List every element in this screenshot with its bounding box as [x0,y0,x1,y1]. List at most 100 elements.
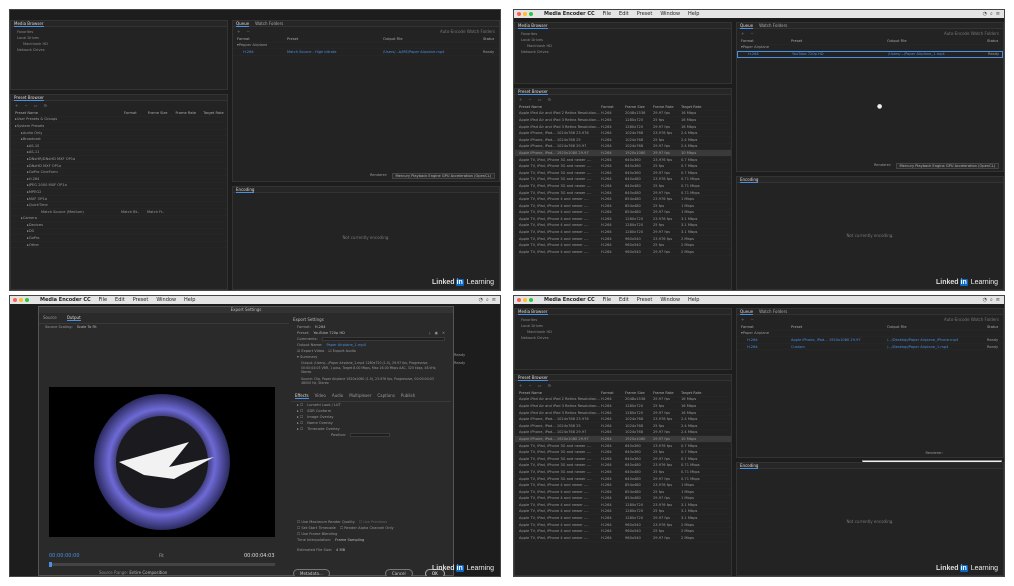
preset-row[interactable]: Apple iPhone, iPad... 1024x768 29.97 H.26… [515,430,731,437]
preset-row[interactable]: Apple TV, iPad, iPhone 4 and newer -... H… [515,196,731,203]
zoom-button[interactable] [529,12,533,16]
preset-row[interactable]: Apple TV, iPad, iPhone 3G and newer -...… [515,443,731,450]
preset-tree-item[interactable]: Match Source (Medium) Match Bt.. Match Fr.… [11,209,227,216]
menu-edit[interactable]: Edit [619,297,629,303]
menu-edit[interactable]: Edit [619,11,629,17]
menu-preset[interactable]: Preset [637,297,653,303]
preset-browser-tab[interactable]: Preset Browser [14,95,44,101]
close-button[interactable] [517,298,521,302]
renderer-select[interactable]: Mercury Playback Engine GPU Acceleration… [895,163,999,169]
menu-icon[interactable]: ≡ [996,297,1000,303]
preset-tree-item[interactable]: ▸ Broadcast [11,136,227,143]
menu-file[interactable]: File [603,11,611,17]
queue-item[interactable]: H.264 Custom/.../Desktop/Paper Airplane_1… [737,344,1003,351]
preset-row[interactable]: Apple TV, iPad, iPhone 4 and newer -... H… [515,242,731,250]
add-source-icon[interactable]: + [741,31,744,36]
format-select[interactable]: H.264 [315,325,326,329]
queue-item[interactable]: H.264 Apple iPhone, iPad... 1920x1080 29.… [737,337,1003,344]
source-scaling-select[interactable]: Scale To Fit [77,325,97,329]
watch-folders-tab[interactable]: Watch Folders [759,309,787,314]
effect-checkbox[interactable]: ▸ ☐ [297,409,303,413]
encoding-tab[interactable]: Encoding [236,187,255,193]
preset-row[interactable]: Apple TV, iPad, iPhone 4 and newer -... H… [515,528,731,536]
source-range-select[interactable]: Entire Composition [129,570,167,575]
preset-tree-item[interactable]: ▸ MPEG2 [11,189,227,196]
tree-network-drives[interactable]: Network Drives [521,335,725,341]
preset-tree-item[interactable]: ▸ Other [11,242,227,249]
preset-row[interactable]: Apple iPhone, iPad... 1024x768 23.976 H.2… [515,416,731,423]
timeline-scrubber[interactable] [49,562,275,567]
summary-toggle[interactable]: ▾ Summary [297,355,317,359]
preset-row[interactable]: Apple TV, iPad, iPhone 4 and newer -... H… [515,223,731,230]
tab-publish[interactable]: Publish [401,393,415,399]
tab-output[interactable]: Output [66,315,81,321]
tree-network-drives[interactable]: Network Drives [17,47,221,53]
preset-row[interactable]: Apple iPhone, iPad... 1024x768 29.97 H.26… [515,144,731,151]
preset-row[interactable]: Apple TV, iPad, iPhone 3G and newer -...… [515,463,731,470]
search-icon[interactable]: ⌕ [990,11,993,17]
tab-effects[interactable]: Effects [295,393,309,399]
auto-encode-checkbox[interactable]: Auto-Encode Watch Folders [944,317,999,322]
preset-row[interactable]: Apple TV, iPad, iPhone 4 and newer -... H… [515,216,731,223]
preset-row[interactable]: Apple TV, iPad, iPhone 3G and newer -...… [515,183,731,190]
preset-row[interactable]: Apple TV, iPad, iPhone 3G and newer -...… [515,449,731,456]
add-icon[interactable]: + [519,383,522,388]
position-select[interactable] [350,432,391,437]
preset-row[interactable]: Apple TV, iPad, iPhone 4 and newer -... H… [515,522,731,529]
tab-audio[interactable]: Audio [332,393,343,399]
save-preset-icon[interactable]: ⤓ [429,331,431,335]
close-button[interactable] [13,298,17,302]
folder-icon[interactable]: ▭ [34,103,38,108]
menu-preset[interactable]: Preset [133,297,149,303]
queue-tab[interactable]: Queue [740,23,754,29]
menu-help[interactable]: Help [688,11,699,17]
tree-network-drives[interactable]: Network Drives [521,49,725,55]
media-browser-tab[interactable]: Media Browser [518,309,548,315]
add-icon[interactable]: + [15,103,18,108]
tab-video[interactable]: Video [315,393,326,399]
preset-tree-item[interactable]: ▸ AS-10 [11,143,227,150]
add-source-icon[interactable]: + [741,317,744,322]
col-format[interactable]: Format [124,111,148,115]
preset-row[interactable]: Apple TV, iPad, iPhone 3G and newer -...… [515,157,731,164]
settings-icon[interactable]: ⚙ [548,97,552,102]
preset-tree-item[interactable]: ▸ Audio Only [11,130,227,137]
tab-captions[interactable]: Captions [377,393,395,399]
preset-row[interactable]: Apple TV, iPad, iPhone 4 and newer -... H… [515,482,731,489]
preset-row[interactable]: Apple TV, iPad, iPhone 4 and newer -... H… [515,515,731,522]
preset-row[interactable]: Apple iPhone, iPad... 1920x1080 29.97 H.2… [515,150,731,157]
preset-tree-item[interactable]: ▸ DNxHR/DNxHD MXF OP1a [11,156,227,163]
timecode-in[interactable]: 00:00:00:00 [49,553,80,559]
minimize-button[interactable] [523,298,527,302]
encoding-tab[interactable]: Encoding [740,177,759,183]
folder-icon[interactable]: ▭ [538,97,542,102]
preset-row[interactable]: Apple TV, iPad, iPhone 4 and newer -... H… [515,236,731,243]
remove-icon[interactable]: − [528,383,531,388]
remove-icon[interactable]: − [750,317,753,322]
queue-item-parent[interactable]: ▾ Paper Airplane [737,45,1003,52]
preset-tree-item[interactable]: ▸ DG [11,229,227,236]
comments-input[interactable] [321,337,445,341]
minimize-button[interactable] [19,298,23,302]
tab-multiplexer[interactable]: Multiplexer [349,393,371,399]
menu-window[interactable]: Window [660,11,680,17]
media-browser-tab[interactable]: Media Browser [14,21,44,27]
menu-file[interactable]: File [99,297,107,303]
menu-help[interactable]: Help [184,297,195,303]
encoding-tab[interactable]: Encoding [740,463,759,469]
search-icon[interactable]: ⌕ [990,297,993,303]
fit-select[interactable]: Fit [159,553,164,558]
playhead[interactable] [49,562,52,567]
remove-icon[interactable]: − [528,97,531,102]
preset-row[interactable]: Apple TV, iPad, iPhone 4 and newer -... H… [515,489,731,496]
preset-row[interactable]: Apple TV, iPad, iPhone 4 and newer -... H… [515,229,731,236]
preset-tree-item[interactable]: ▸ GoPro CineForm [11,169,227,176]
preset-row[interactable]: Apple iPad Air and iPad 3 Retina Resolut… [515,117,731,124]
effect-checkbox[interactable]: ▸ ☐ [297,403,303,407]
effect-checkbox[interactable]: ▸ ☐ [297,415,303,419]
alpha-only-checkbox[interactable]: ☐ Render Alpha Channel Only [340,526,394,530]
output-name-link[interactable]: Paper Airplane_1.mp4 [326,343,366,347]
frame-blending-checkbox[interactable]: ☐ Use Frame Blending [297,532,337,536]
export-video-checkbox[interactable]: ☑ Export Video [297,349,324,353]
preset-row[interactable]: Apple iPad Air and iPad 3 Retina Resolut… [515,403,731,410]
